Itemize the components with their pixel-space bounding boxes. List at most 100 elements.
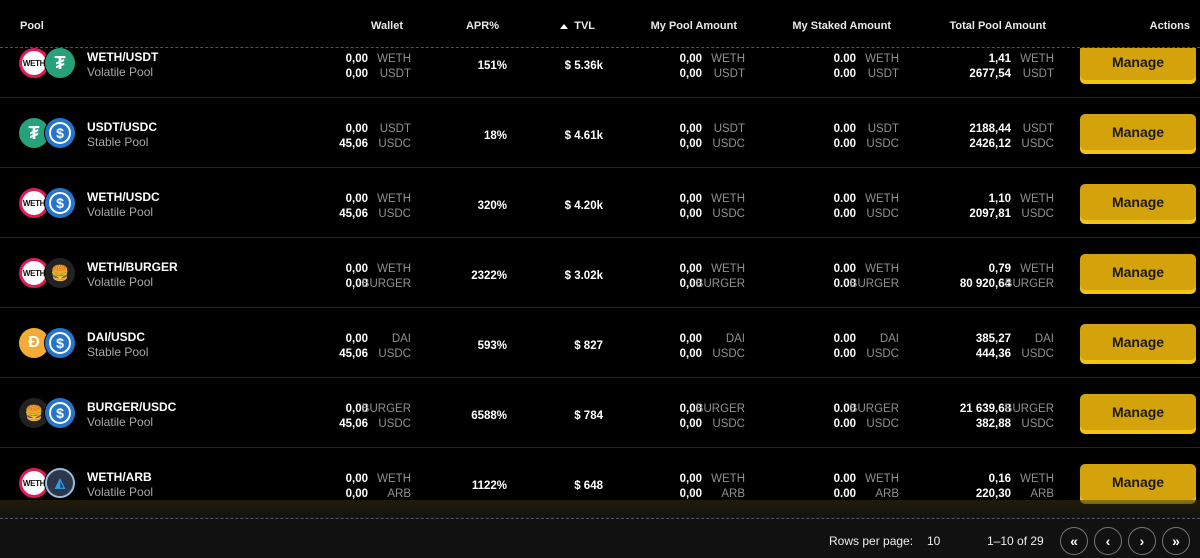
my-staked-amount-symbol-2: USDC	[866, 138, 899, 150]
wallet-balance-amount-1: 0,00	[345, 53, 368, 65]
pool-name[interactable]: DAI/USDC	[87, 330, 145, 344]
my-staked-amount-amount-2: 0.00	[833, 488, 856, 500]
column-header-my-pool-amount[interactable]: My Pool Amount	[651, 20, 737, 32]
pool-name[interactable]: WETH/USDC	[87, 190, 160, 204]
my-staked-amount-amount-1: 0.00	[833, 263, 856, 275]
my-staked-amount: 0.00 WETH 0.00 ARB	[749, 473, 899, 503]
column-header-my-staked-amount[interactable]: My Staked Amount	[792, 20, 891, 32]
my-pool-amount-symbol-1: WETH	[711, 193, 745, 205]
table-row: WETH 🍔 WETH/BURGER Volatile Pool 0,00 WE…	[0, 238, 1200, 308]
my-staked-amount: 0.00 DAI 0.00 USDC	[749, 333, 899, 363]
column-header-pool[interactable]: Pool	[20, 20, 44, 32]
my-pool-amount-symbol-1: BURGER	[695, 403, 745, 415]
column-header-tvl-label: TVL	[574, 20, 595, 32]
usdc-icon: $	[45, 118, 75, 148]
column-header-wallet[interactable]: Wallet	[371, 20, 403, 32]
next-page-button[interactable]: ›	[1128, 527, 1156, 555]
wallet-balance: 0,00 BURGER 45,06 USDC	[261, 403, 411, 433]
page-range-info: 1–10 of 29	[987, 534, 1044, 548]
my-pool-amount-symbol-1: DAI	[725, 333, 745, 345]
pool-name[interactable]: WETH/USDT	[87, 50, 158, 64]
wallet-balance-amount-1: 0,00	[345, 263, 368, 275]
wallet-balance-symbol-1: BURGER	[361, 403, 411, 415]
my-pool-amount-amount-2: 0,00	[679, 418, 702, 430]
wallet-balance-symbol-2: ARB	[387, 488, 411, 500]
manage-button[interactable]: Manage	[1080, 464, 1196, 500]
column-header-total-pool-amount[interactable]: Total Pool Amount	[949, 20, 1046, 32]
total-pool-amount-symbol-2: USDT	[1022, 68, 1054, 80]
wallet-balance-symbol-2: USDT	[379, 68, 411, 80]
wallet-balance-symbol-2: USDC	[378, 208, 411, 220]
my-staked-amount-amount-1: 0.00	[833, 333, 856, 345]
pool-name[interactable]: WETH/BURGER	[87, 260, 178, 274]
my-staked-amount-amount-2: 0.00	[833, 138, 856, 150]
my-pool-amount-amount-1: 0,00	[679, 193, 702, 205]
wallet-balance-amount-1: 0,00	[345, 473, 368, 485]
pool-token-icons: WETH 🍔	[19, 258, 77, 288]
my-pool-amount-amount-2: 0,00	[679, 488, 702, 500]
pool-type: Volatile Pool	[87, 275, 154, 289]
wallet-balance-symbol-2: USDC	[378, 418, 411, 430]
my-pool-amount-amount-2: 0,00	[679, 138, 702, 150]
my-staked-amount-symbol-1: BURGER	[849, 403, 899, 415]
wallet-balance-symbol-1: WETH	[377, 193, 411, 205]
apr-value: 2322%	[471, 270, 507, 282]
manage-button[interactable]: Manage	[1080, 254, 1196, 290]
my-staked-amount: 0.00 USDT 0.00 USDC	[749, 123, 899, 153]
pool-name[interactable]: WETH/ARB	[87, 470, 152, 484]
last-page-button[interactable]: »	[1162, 527, 1190, 555]
rows-per-page-select[interactable]: 10	[927, 534, 940, 548]
my-pool-amount: 0,00 DAI 0,00 USDC	[595, 333, 745, 363]
my-staked-amount-amount-1: 0.00	[833, 53, 856, 65]
total-pool-amount-amount-2: 2677,54	[969, 68, 1011, 80]
table-header: Pool Wallet APR% TVL My Pool Amount My S…	[0, 0, 1200, 48]
total-pool-amount-symbol-2: BURGER	[1004, 278, 1054, 290]
wallet-balance-amount-1: 0,00	[345, 123, 368, 135]
apr-value: 18%	[483, 130, 507, 142]
wallet-balance-amount-2: 0,00	[345, 68, 368, 80]
burger-icon: 🍔	[45, 258, 75, 288]
total-pool-amount-amount-2: 2097,81	[969, 208, 1011, 220]
total-pool-amount-amount-1: 21 639,68	[959, 403, 1011, 415]
my-pool-amount-symbol-2: USDC	[712, 138, 745, 150]
my-pool-amount-symbol-1: WETH	[711, 473, 745, 485]
double-chevron-left-icon: «	[1070, 533, 1078, 549]
total-pool-amount-symbol-1: WETH	[1020, 193, 1054, 205]
pool-name[interactable]: USDT/USDC	[87, 120, 157, 134]
wallet-balance-symbol-2: USDC	[378, 348, 411, 360]
wallet-balance: 0,00 USDT 45,06 USDC	[261, 123, 411, 153]
my-staked-amount-amount-1: 0.00	[833, 123, 856, 135]
pool-token-icons: WETH ₮	[19, 48, 77, 78]
apr-value: 1122%	[471, 480, 507, 492]
column-header-tvl[interactable]: TVL	[560, 20, 595, 32]
usdt-icon: ₮	[45, 48, 75, 78]
total-pool-amount-amount-1: 2188,44	[969, 123, 1011, 135]
my-staked-amount: 0.00 WETH 0.00 BURGER	[749, 263, 899, 293]
manage-button[interactable]: Manage	[1080, 394, 1196, 430]
pool-name[interactable]: BURGER/USDC	[87, 400, 176, 414]
total-pool-amount-symbol-2: USDC	[1021, 418, 1054, 430]
manage-button[interactable]: Manage	[1080, 44, 1196, 80]
total-pool-amount: 1,41 WETH 2677,54 USDT	[904, 53, 1054, 83]
first-page-button[interactable]: «	[1060, 527, 1088, 555]
my-pool-amount-amount-1: 0,00	[679, 263, 702, 275]
total-pool-amount: 2188,44 USDT 2426,12 USDC	[904, 123, 1054, 153]
total-pool-amount-amount-1: 1,10	[988, 193, 1011, 205]
table-row: Đ $ DAI/USDC Stable Pool 0,00 DAI 45,06 …	[0, 308, 1200, 378]
table-row: ₮ $ USDT/USDC Stable Pool 0,00 USDT 45,0…	[0, 98, 1200, 168]
wallet-balance-amount-2: 45,06	[339, 418, 368, 430]
my-staked-amount-symbol-2: ARB	[875, 488, 899, 500]
pool-type: Volatile Pool	[87, 65, 154, 79]
manage-button[interactable]: Manage	[1080, 184, 1196, 220]
total-pool-amount-amount-1: 385,27	[975, 333, 1011, 345]
my-staked-amount-symbol-1: WETH	[865, 193, 899, 205]
scroll-fade	[0, 500, 1200, 518]
pool-token-icons: 🍔 $	[19, 398, 77, 428]
column-header-apr[interactable]: APR%	[466, 20, 499, 32]
manage-button[interactable]: Manage	[1080, 114, 1196, 150]
wallet-balance-amount-2: 0,00	[345, 488, 368, 500]
previous-page-button[interactable]: ‹	[1094, 527, 1122, 555]
total-pool-amount-amount-1: 0,79	[988, 263, 1011, 275]
pools-table-viewport[interactable]: WETH ₮ WETH/USDT Volatile Pool 0,00 WETH…	[0, 0, 1200, 518]
manage-button[interactable]: Manage	[1080, 324, 1196, 360]
